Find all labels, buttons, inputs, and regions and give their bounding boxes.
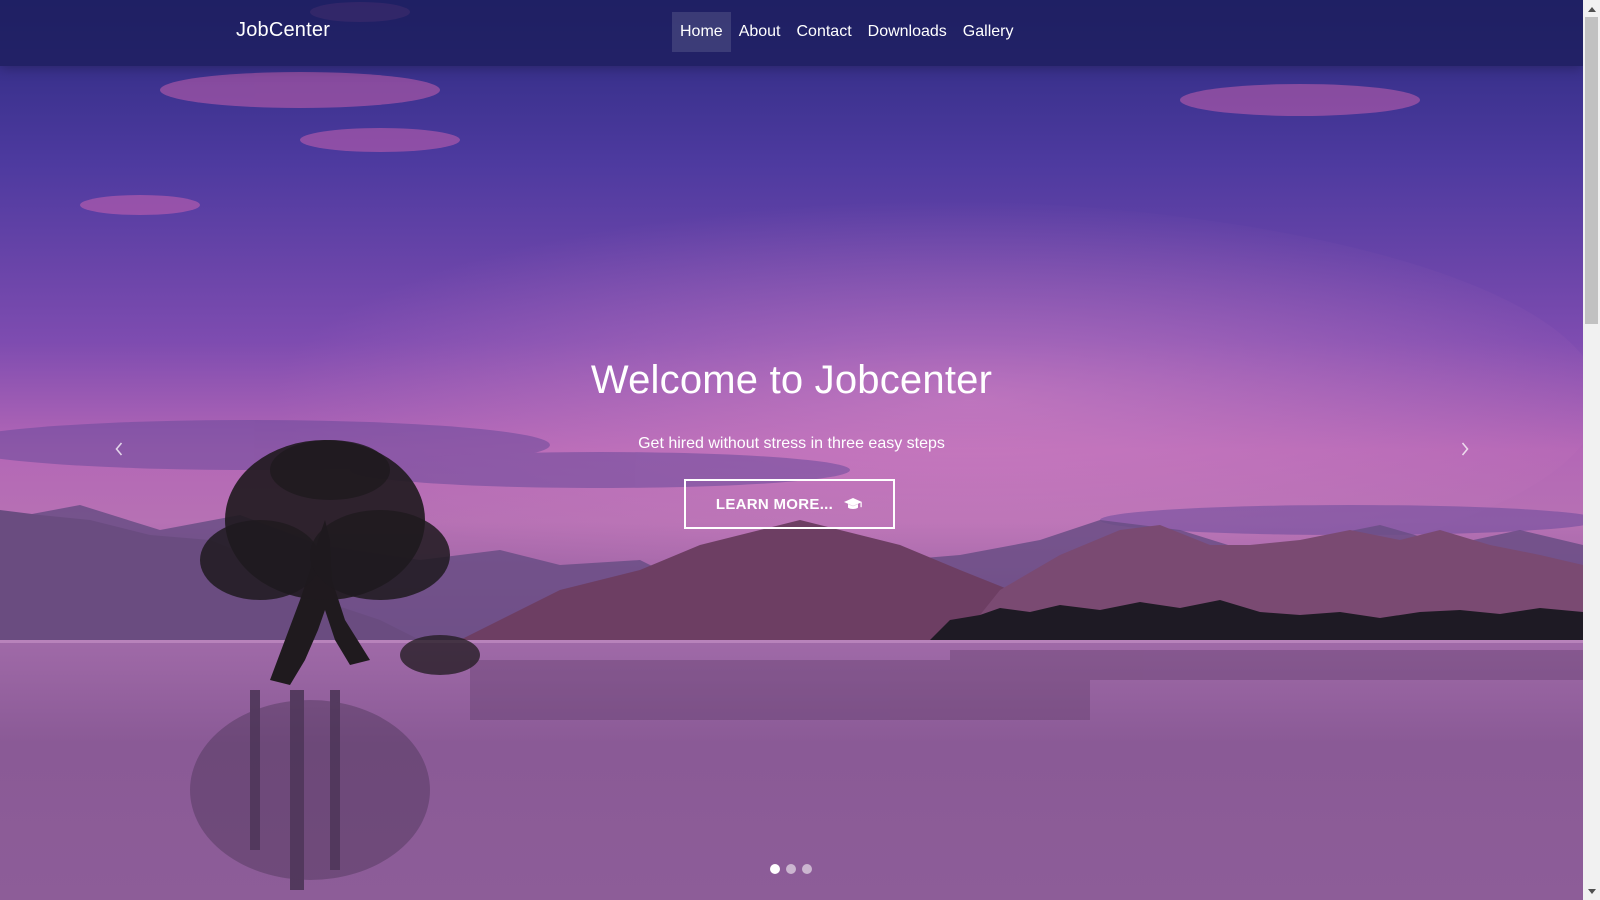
vertical-scrollbar[interactable] bbox=[1583, 0, 1600, 900]
carousel-indicators bbox=[770, 864, 812, 874]
nav-item-downloads[interactable]: Downloads bbox=[860, 12, 955, 52]
triangle-up-icon bbox=[1587, 6, 1596, 12]
hero-title: Welcome to Jobcenter bbox=[590, 358, 993, 402]
scrollbar-thumb[interactable] bbox=[1585, 17, 1598, 324]
learn-more-button[interactable]: LEARN MORE... bbox=[684, 479, 895, 529]
chevron-left-icon bbox=[115, 442, 123, 456]
nav-item-about[interactable]: About bbox=[731, 12, 789, 52]
graduation-cap-icon bbox=[844, 498, 863, 509]
learn-more-label: LEARN MORE... bbox=[715, 495, 834, 513]
carousel-indicator-3[interactable] bbox=[802, 864, 812, 874]
nav-item-contact[interactable]: Contact bbox=[789, 12, 860, 52]
scroll-down-button[interactable] bbox=[1583, 883, 1600, 900]
carousel-next-button[interactable] bbox=[1453, 432, 1477, 466]
brand-logo[interactable]: JobCenter bbox=[236, 19, 330, 42]
triangle-down-icon bbox=[1587, 888, 1596, 894]
nav-item-gallery[interactable]: Gallery bbox=[955, 12, 1022, 52]
scroll-up-button[interactable] bbox=[1583, 0, 1600, 17]
hero-carousel: Welcome to Jobcenter Get hired without s… bbox=[0, 0, 1583, 900]
chevron-right-icon bbox=[1461, 442, 1469, 456]
page: Welcome to Jobcenter Get hired without s… bbox=[0, 0, 1600, 900]
carousel-indicator-1[interactable] bbox=[770, 864, 780, 874]
nav-menu: Home About Contact Downloads Gallery bbox=[672, 12, 1021, 52]
carousel-prev-button[interactable] bbox=[107, 432, 131, 466]
hero-subtitle: Get hired without stress in three easy s… bbox=[638, 435, 945, 452]
navbar: JobCenter Home About Contact Downloads G… bbox=[0, 0, 1583, 66]
nav-item-home[interactable]: Home bbox=[672, 12, 731, 52]
carousel-indicator-2[interactable] bbox=[786, 864, 796, 874]
